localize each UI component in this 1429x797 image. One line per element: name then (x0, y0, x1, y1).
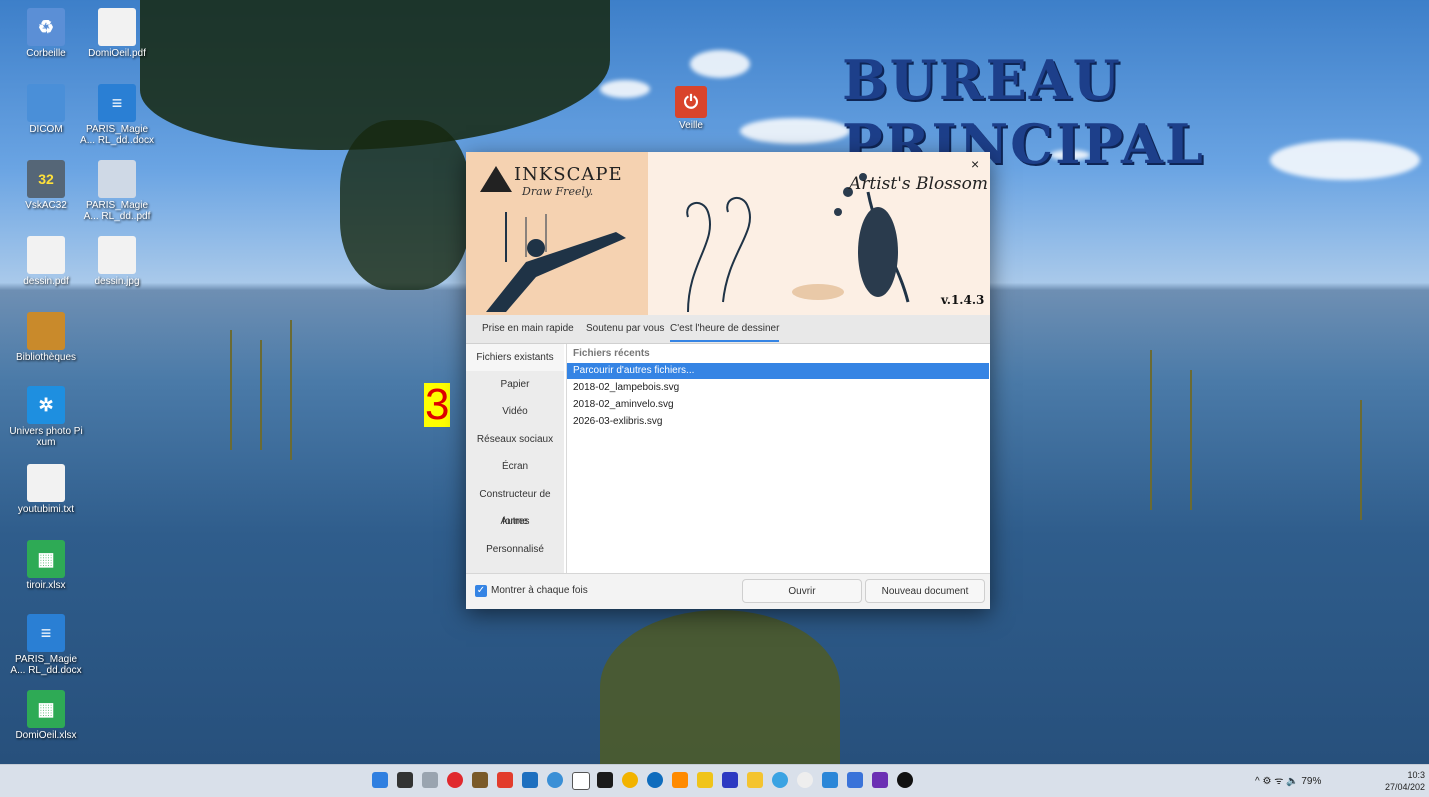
open-button[interactable]: Ouvrir (742, 579, 862, 603)
sidebar-item-others[interactable]: Autres (466, 508, 564, 535)
app-icon[interactable] (897, 772, 913, 788)
category-sidebar: Fichiers existants Papier Vidéo Réseaux … (466, 344, 564, 574)
app-icon[interactable] (672, 772, 688, 788)
start-icon[interactable] (372, 772, 388, 788)
inkscape-logo-text: INKSCAPE (514, 164, 623, 185)
new-document-button[interactable]: Nouveau document (865, 579, 985, 603)
check-icon[interactable] (822, 772, 838, 788)
recent-files-list: Fichiers récents Parcourir d'autres fich… (566, 344, 989, 573)
sidebar-item-screen[interactable]: Écran (466, 453, 564, 480)
vsk-app-icon[interactable]: 32 VskAC32 (9, 160, 83, 211)
app-icon[interactable] (647, 772, 663, 788)
text-file-icon[interactable]: youtubimi.txt (9, 464, 83, 515)
app-icon[interactable] (697, 772, 713, 788)
app-icon[interactable] (522, 772, 538, 788)
app-icon[interactable] (547, 772, 563, 788)
tagline: Draw Freely. (522, 185, 594, 198)
opera-icon[interactable] (447, 772, 463, 788)
artist-credit: Artist's Blossom (849, 174, 988, 194)
mail-icon[interactable] (422, 772, 438, 788)
app-icon[interactable] (797, 772, 813, 788)
libraries-folder-icon[interactable]: Bibliothèques (9, 312, 83, 363)
annotation-3: 3 (424, 380, 451, 429)
date: 27/04/202 (1385, 782, 1426, 792)
library-icon[interactable] (472, 772, 488, 788)
dialog-footer: ✓ Montrer à chaque fois Ouvrir Nouveau d… (466, 573, 990, 609)
time: 10:3 (1407, 770, 1426, 780)
clock[interactable]: 10:3 27/04/202 (1385, 769, 1425, 793)
show-every-time-checkbox[interactable]: ✓ (475, 585, 487, 597)
task-view-icon[interactable] (397, 772, 413, 788)
veille-power-icon[interactable]: ⏻ Veille (654, 86, 728, 131)
heart-app-icon[interactable] (872, 772, 888, 788)
tab-bar: Prise en main rapide Soutenu par vous C'… (466, 315, 990, 344)
sidebar-item-existing-files[interactable]: Fichiers existants (466, 344, 564, 371)
close-icon[interactable]: × (971, 156, 979, 172)
tab-quick-start[interactable]: Prise en main rapide (482, 323, 574, 340)
pdf-file-icon[interactable]: DomiOeil.pdf (80, 8, 154, 59)
recycle-bin-icon[interactable]: ♻ Corbeille (9, 8, 83, 59)
word-file-icon[interactable]: ≡ PARIS_MagieA... RL_dd.docx (9, 614, 83, 676)
tab-supported-by-you[interactable]: Soutenu par vous (586, 323, 664, 340)
sidebar-item-paper[interactable]: Papier (466, 371, 564, 398)
sidebar-item-social[interactable]: Réseaux sociaux (466, 426, 564, 453)
word-file-icon[interactable]: ≡ PARIS_MagieA... RL_dd..docx (80, 84, 154, 146)
version-label: v.1.4.3 (941, 293, 985, 307)
app-icon[interactable] (772, 772, 788, 788)
inkscape-welcome-dialog: INKSCAPE Draw Freely. Artist's Blossom v… (466, 152, 990, 609)
recent-file-row[interactable]: 2018-02_aminvelo.svg (567, 397, 989, 413)
pdf-file-icon[interactable]: PARIS_MagieA... RL_dd..pdf (80, 160, 154, 222)
sidebar-item-video[interactable]: Vidéo (466, 398, 564, 425)
splash-banner: INKSCAPE Draw Freely. Artist's Blossom v… (466, 152, 990, 315)
app-icon[interactable] (722, 772, 738, 788)
notepad-icon[interactable] (572, 772, 590, 790)
browse-files-row[interactable]: Parcourir d'autres fichiers... (567, 363, 989, 379)
recent-file-row[interactable]: 2026-03-exlibris.svg (567, 414, 989, 430)
dicom-shortcut-icon[interactable]: DICOM (9, 84, 83, 135)
system-tray[interactable]: ^ ⚙ ᯤ 🔈 79% (1255, 773, 1321, 787)
show-every-time-label: Montrer à chaque fois (491, 585, 588, 596)
inkscape-icon[interactable] (597, 772, 613, 788)
list-header: Fichiers récents (573, 348, 650, 359)
taskbar: ^ ⚙ ᯤ 🔈 79% 10:3 27/04/202 (0, 764, 1429, 797)
file-explorer-icon[interactable] (747, 772, 763, 788)
sidebar-item-custom[interactable]: Personnalisé (466, 536, 564, 563)
chrome-icon[interactable] (622, 772, 638, 788)
pdf-file-icon[interactable]: dessin.pdf (9, 236, 83, 287)
app-icon[interactable] (847, 772, 863, 788)
sidebar-item-shape-builder[interactable]: Constructeur de forme (466, 481, 564, 527)
excel-file-icon[interactable]: ▦ DomiOeil.xlsx (9, 690, 83, 741)
pixum-app-icon[interactable]: ✲ Univers photo Pixum (9, 386, 83, 448)
app-icon[interactable] (497, 772, 513, 788)
excel-file-icon[interactable]: ▦ tiroir.xlsx (9, 540, 83, 591)
recent-file-row[interactable]: 2018-02_lampebois.svg (567, 380, 989, 396)
tab-time-to-draw[interactable]: C'est l'heure de dessiner (670, 323, 780, 342)
image-file-icon[interactable]: dessin.jpg (80, 236, 154, 287)
